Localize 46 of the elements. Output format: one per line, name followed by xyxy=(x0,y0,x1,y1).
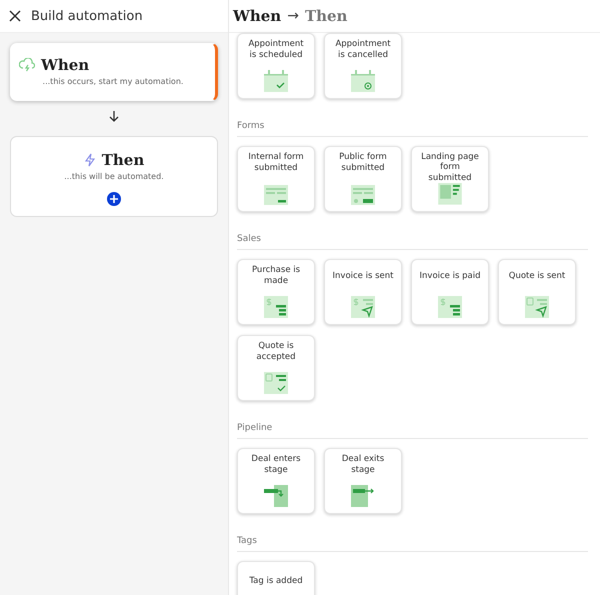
close-button[interactable] xyxy=(9,10,21,22)
trigger-card[interactable]: Quote is accepted xyxy=(237,335,315,401)
trigger-card[interactable]: Quote is sent xyxy=(498,259,576,325)
add-button[interactable] xyxy=(107,192,121,206)
lightning-icon xyxy=(84,153,96,167)
quote-send-icon xyxy=(525,296,549,318)
cloud-bolt-icon xyxy=(19,58,35,72)
trigger-card[interactable]: Appointment is cancelled xyxy=(324,33,402,99)
form-icon xyxy=(351,183,375,205)
section-title: Forms xyxy=(237,99,588,137)
step-subtitle: ...this will be automated. xyxy=(64,172,164,181)
deal-stage-icon xyxy=(264,485,288,507)
step-title: When xyxy=(41,56,90,74)
form-icon xyxy=(264,183,288,205)
trigger-card[interactable]: Deal enters stage xyxy=(237,448,315,514)
trigger-card[interactable]: Purchase is made xyxy=(237,259,315,325)
quote-check-icon xyxy=(264,372,288,394)
heading-arrow: → xyxy=(287,8,299,24)
trigger-card[interactable]: Appointment is scheduled xyxy=(237,33,315,99)
trigger-card[interactable]: Landing page form submitted xyxy=(411,146,489,212)
step-subtitle: ...this occurs, start my automation. xyxy=(42,77,184,86)
plus-icon xyxy=(110,195,118,203)
step-title: Then xyxy=(102,151,144,169)
calendar-x-icon xyxy=(351,70,375,92)
section-title: Sales xyxy=(237,212,588,250)
invoice-icon xyxy=(438,296,462,318)
step-card[interactable]: When ...this occurs, start my automation. xyxy=(10,43,218,101)
trigger-card[interactable]: Internal form submitted xyxy=(237,146,315,212)
section-title: Tags xyxy=(237,514,588,552)
step-card[interactable]: Then ...this will be automated. xyxy=(10,136,218,217)
deal-stage-icon xyxy=(351,485,375,507)
heading-then: Then xyxy=(304,7,348,25)
panel-title: Build automation xyxy=(31,8,143,24)
landing-page-icon xyxy=(438,183,462,205)
down-arrow-icon xyxy=(108,110,120,122)
heading-when: When xyxy=(233,7,282,25)
trigger-card[interactable]: Invoice is sent xyxy=(324,259,402,325)
section-title: Pipeline xyxy=(237,401,588,439)
calendar-check-icon xyxy=(264,70,288,92)
invoice-icon xyxy=(264,296,288,318)
trigger-card[interactable]: Public form submitted xyxy=(324,146,402,212)
trigger-card[interactable]: Deal exits stage xyxy=(324,448,402,514)
trigger-card[interactable]: Tag is added xyxy=(237,561,315,595)
invoice-send-icon xyxy=(351,296,375,318)
trigger-card[interactable]: Invoice is paid xyxy=(411,259,489,325)
close-icon xyxy=(9,10,21,22)
